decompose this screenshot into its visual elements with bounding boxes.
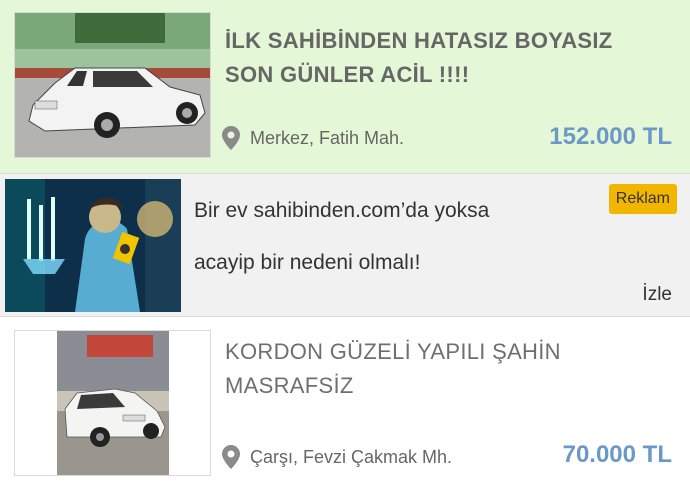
listing-title[interactable]: İLK SAHİBİNDEN HATASIZ BOYASIZ SON GÜNLE… xyxy=(225,24,613,92)
ad-watch-link[interactable]: İzle xyxy=(642,284,672,306)
listing-photo[interactable] xyxy=(14,330,211,476)
listing-title-line-1: İLK SAHİBİNDEN HATASIZ BOYASIZ xyxy=(225,28,613,53)
listing-title-line-2: SON GÜNLER ACİL !!!! xyxy=(225,62,470,87)
ad-image[interactable] xyxy=(5,179,181,312)
ad-text-line-1: Bir ev sahibinden.com’da yoksa xyxy=(194,199,490,222)
listing-card-featured[interactable]: İLK SAHİBİNDEN HATASIZ BOYASIZ SON GÜNLE… xyxy=(0,0,690,173)
ad-text-line-2: acayip bir nedeni olmalı! xyxy=(194,251,421,274)
listing-location: Merkez, Fatih Mah. xyxy=(222,126,404,150)
listing-price: 152.000 TL xyxy=(549,123,672,150)
listing-card[interactable]: KORDON GÜZELİ YAPILI ŞAHİN MASRAFSİZ Çar… xyxy=(0,317,690,491)
car-photo xyxy=(15,331,210,475)
listing-title-line-2: MASRAFSİZ xyxy=(225,373,354,398)
ad-banner[interactable]: Bir ev sahibinden.com’da yoksa acayip bi… xyxy=(0,173,690,317)
listing-title[interactable]: KORDON GÜZELİ YAPILI ŞAHİN MASRAFSİZ xyxy=(225,335,561,403)
listing-price: 70.000 TL xyxy=(562,441,672,468)
car-photo xyxy=(15,13,210,157)
map-pin-icon xyxy=(222,445,240,469)
listing-title-line-1: KORDON GÜZELİ YAPILI ŞAHİN xyxy=(225,339,561,364)
listing-photo[interactable] xyxy=(14,12,211,158)
ghost-ad-image xyxy=(5,179,181,312)
map-pin-icon xyxy=(222,126,240,150)
ad-badge: Reklam xyxy=(608,184,677,214)
listing-location: Çarşı, Fevzi Çakmak Mh. xyxy=(222,445,452,469)
location-text: Merkez, Fatih Mah. xyxy=(250,127,405,148)
location-text: Çarşı, Fevzi Çakmak Mh. xyxy=(250,446,453,467)
